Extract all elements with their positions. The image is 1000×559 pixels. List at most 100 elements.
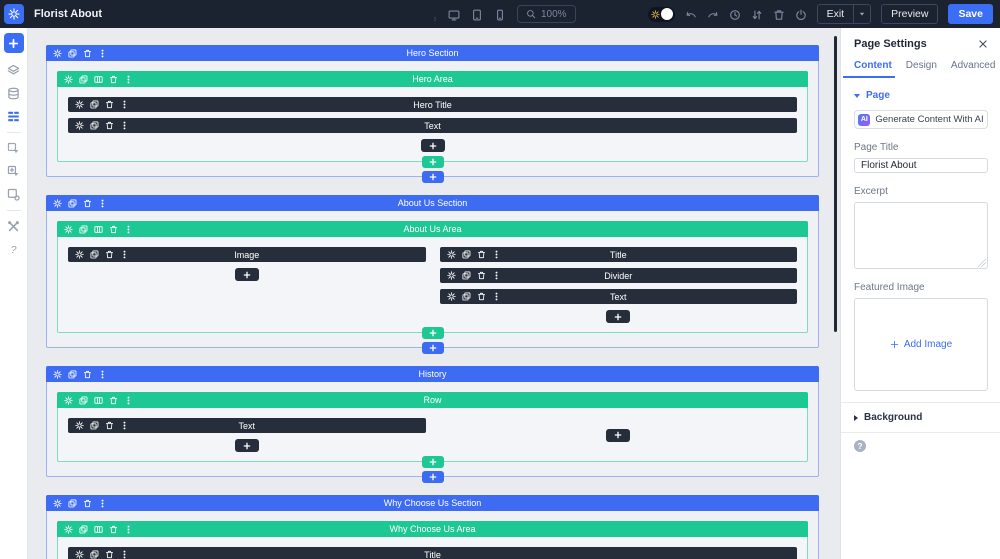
duplicate-icon[interactable] — [461, 250, 471, 259]
plus-icon[interactable] — [429, 329, 437, 337]
sidebar-item-box-settings[interactable] — [3, 183, 25, 206]
module-divider-bar[interactable]: Divider — [439, 268, 797, 283]
duplicate-icon[interactable] — [79, 74, 88, 84]
kebab-menu-icon[interactable] — [124, 225, 133, 234]
gear-icon[interactable] — [53, 198, 62, 208]
box-settings-icon[interactable] — [7, 188, 20, 201]
duplicate-icon[interactable] — [68, 198, 77, 208]
redo-icon[interactable] — [707, 8, 719, 20]
kebab-menu-icon[interactable] — [124, 525, 133, 534]
exit-caret-button[interactable] — [853, 5, 870, 23]
kebab-menu-icon[interactable] — [120, 421, 129, 430]
sidebar-item-add-content[interactable] — [3, 33, 24, 53]
save-button[interactable]: Save — [948, 4, 993, 24]
duplicate-icon[interactable] — [90, 250, 99, 259]
kebab-menu-icon[interactable] — [98, 499, 107, 508]
trash-icon[interactable] — [109, 75, 118, 84]
plus-icon[interactable] — [243, 442, 251, 450]
plus-icon[interactable] — [614, 431, 622, 439]
import-export-icon[interactable] — [751, 8, 763, 20]
gear-icon[interactable] — [53, 498, 62, 508]
duplicate-icon[interactable] — [90, 121, 99, 130]
module-text-bar[interactable]: Text — [68, 118, 797, 133]
kebab-menu-icon[interactable] — [120, 121, 129, 130]
help-icon[interactable]: ? — [854, 440, 866, 452]
row-bar[interactable]: Why Choose Us Area — [57, 521, 808, 537]
generate-ai-button[interactable]: AI Generate Content With AI — [854, 110, 988, 129]
columns-icon[interactable] — [94, 225, 103, 234]
gear-icon[interactable] — [64, 74, 73, 84]
trash-icon[interactable] — [477, 292, 486, 301]
trash-icon[interactable] — [477, 271, 486, 280]
columns-icon[interactable] — [94, 525, 103, 534]
section-bar[interactable]: Why Choose Us Section — [46, 495, 819, 511]
kebab-menu-icon[interactable] — [433, 8, 437, 21]
exit-button[interactable]: Exit — [818, 5, 854, 23]
history-icon[interactable] — [729, 8, 741, 20]
gear-icon[interactable] — [446, 250, 456, 259]
kebab-menu-icon[interactable] — [492, 292, 501, 301]
power-icon[interactable] — [795, 8, 807, 20]
kebab-menu-icon[interactable] — [98, 370, 107, 379]
trash-icon[interactable] — [109, 396, 118, 405]
featured-image-box[interactable]: Add Image — [854, 298, 988, 391]
row-bar[interactable]: Hero Area — [57, 71, 808, 87]
help-icon[interactable]: ? — [7, 243, 20, 256]
duplicate-icon[interactable] — [90, 550, 99, 559]
add-module-button[interactable] — [234, 268, 259, 281]
add-image-link[interactable]: Add Image — [890, 339, 952, 350]
kebab-menu-icon[interactable] — [124, 396, 133, 405]
templates-icon[interactable] — [7, 87, 20, 100]
gear-icon[interactable] — [446, 271, 456, 280]
sidebar-item-insert-tool[interactable] — [3, 160, 25, 183]
kebab-menu-icon[interactable] — [120, 100, 129, 109]
tab-content[interactable]: Content — [843, 60, 895, 78]
gear-icon[interactable] — [53, 48, 62, 58]
add-row-button[interactable] — [421, 455, 444, 468]
page-title-input[interactable]: Florist About — [854, 158, 988, 173]
sidebar-item-outline-view[interactable] — [3, 105, 25, 128]
gear-icon[interactable] — [75, 250, 84, 259]
plus-icon[interactable] — [429, 173, 437, 181]
duplicate-icon[interactable] — [90, 100, 99, 109]
kebab-menu-icon[interactable] — [124, 75, 133, 84]
module-image-bar[interactable]: Image — [68, 247, 426, 262]
insert-tool-icon[interactable] — [7, 165, 20, 178]
gear-icon[interactable] — [53, 369, 62, 379]
sidebar-item-help[interactable]: ? — [3, 238, 25, 261]
duplicate-icon[interactable] — [90, 421, 99, 430]
outline-view-icon[interactable] — [7, 110, 20, 123]
gear-icon[interactable] — [64, 524, 73, 534]
gear-icon[interactable] — [64, 224, 73, 234]
trash-icon[interactable] — [105, 421, 114, 430]
section-bar[interactable]: History — [46, 366, 819, 382]
kebab-menu-icon[interactable] — [120, 250, 129, 259]
duplicate-icon[interactable] — [68, 369, 77, 379]
add-module-button[interactable] — [234, 439, 259, 452]
trash-icon[interactable] — [83, 49, 92, 58]
plus-icon[interactable] — [8, 38, 19, 49]
tools-icon[interactable] — [7, 220, 20, 233]
module-text-bar[interactable]: Text — [68, 418, 426, 433]
add-row-button[interactable] — [421, 155, 444, 168]
undo-icon[interactable] — [685, 8, 697, 20]
module-text-bar[interactable]: Text — [439, 289, 797, 304]
trash-icon[interactable] — [83, 199, 92, 208]
add-section-button[interactable] — [421, 470, 444, 483]
duplicate-icon[interactable] — [461, 271, 471, 280]
kebab-menu-icon[interactable] — [98, 49, 107, 58]
module-hero-title-bar[interactable]: Hero Title — [68, 97, 797, 112]
tablet-icon[interactable] — [471, 8, 483, 21]
plus-icon[interactable] — [614, 313, 622, 321]
duplicate-icon[interactable] — [79, 224, 88, 234]
gear-icon[interactable] — [446, 292, 456, 301]
select-tool-icon[interactable] — [7, 142, 20, 155]
add-section-button[interactable] — [421, 170, 444, 183]
trash-icon[interactable] — [477, 250, 486, 259]
duplicate-icon[interactable] — [68, 498, 77, 508]
trash-icon[interactable] — [105, 100, 114, 109]
sidebar-item-templates[interactable] — [3, 82, 25, 105]
row-bar[interactable]: About Us Area — [57, 221, 808, 237]
trash-icon[interactable] — [773, 8, 785, 20]
gear-icon[interactable] — [75, 550, 84, 559]
